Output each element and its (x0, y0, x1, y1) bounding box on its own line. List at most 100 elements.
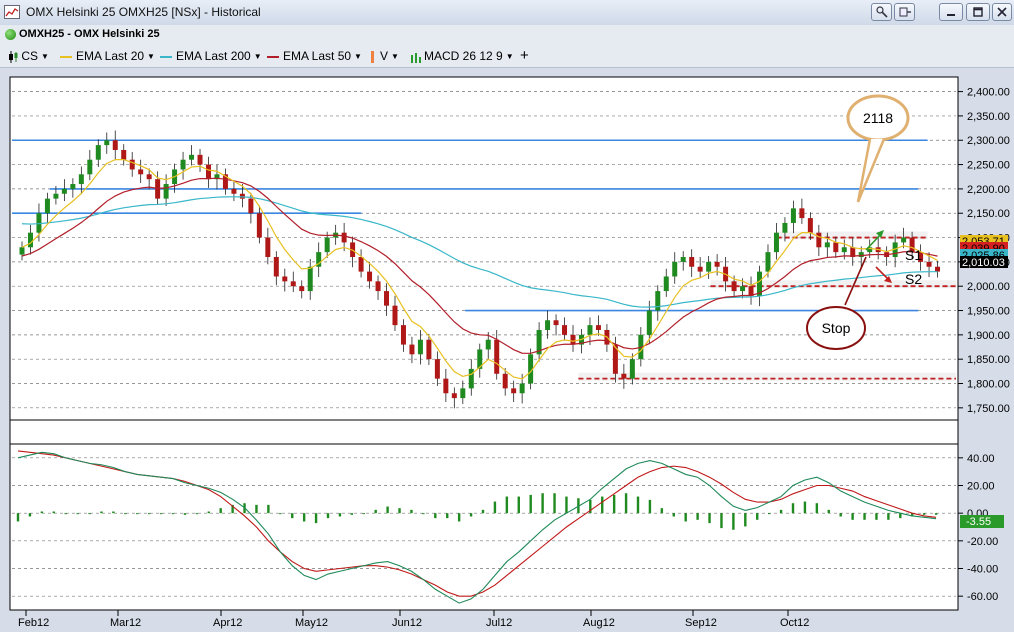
macd-histogram-bar (434, 513, 437, 519)
macd-histogram-bar (601, 496, 604, 514)
macd-histogram-bar (481, 509, 485, 514)
candle-body (341, 232, 347, 243)
ema20-selector[interactable]: EMA Last 20 ▼ (60, 49, 155, 63)
macd-histogram-bar (887, 513, 890, 520)
candle-body (689, 257, 695, 267)
macd-histogram-bar (76, 513, 79, 515)
candle-body (468, 368, 474, 389)
volume-bar-icon (371, 50, 374, 63)
pin-button[interactable] (894, 3, 915, 21)
minimize-button[interactable] (939, 3, 963, 21)
candle-body (87, 159, 93, 175)
add-icon: + (520, 47, 529, 64)
macd-panel (9, 443, 959, 611)
annotation-2118-label: 2118 (863, 110, 893, 126)
add-indicator-button[interactable]: + (520, 47, 529, 64)
macd-histogram-bar (660, 508, 664, 514)
macd-histogram-bar (803, 501, 807, 514)
annotation-s1: S1 (905, 247, 922, 263)
macd-histogram-bar (839, 513, 842, 517)
macd-icon (411, 52, 421, 63)
macd-tick-label: 20.00 (967, 481, 995, 493)
candle-body (138, 169, 144, 175)
ema50-selector[interactable]: EMA Last 50 ▼ (267, 49, 362, 63)
chevron-down-icon: ▼ (147, 52, 155, 62)
candle-body (70, 184, 76, 189)
candle-body (307, 266, 313, 292)
macd-histogram-bar (636, 496, 640, 514)
chart-svg[interactable]: 2,400.00 2,350.00 2,300.00 2,250.00 2,200.00… (0, 67, 1014, 629)
price-tick-label: 2,400.00 (967, 87, 1010, 99)
macd-histogram-bar (40, 511, 44, 514)
ema200-selector[interactable]: EMA Last 200 ▼ (160, 49, 262, 63)
candle-body (400, 325, 406, 345)
macd-histogram-bar (147, 513, 151, 515)
chart-style-selector[interactable]: CS ▼ (8, 49, 49, 63)
candle-body (740, 286, 746, 292)
price-tick-label: 2,150.00 (967, 208, 1010, 220)
volume-label: V (380, 49, 389, 63)
candle-body (273, 257, 279, 277)
candle-body (841, 247, 847, 253)
price-tick-label: 2,350.00 (967, 111, 1010, 123)
crosshair-button[interactable] (871, 3, 892, 21)
price-labels: 2,053.712,039.902,025.862,010.03 (960, 235, 1008, 269)
macd-histogram-bar (124, 513, 127, 515)
chevron-down-icon: ▼ (41, 52, 49, 62)
maximize-button[interactable] (966, 3, 990, 21)
macd-histogram-bar (791, 503, 795, 514)
price-tick-label: 2,300.00 (967, 135, 1010, 147)
candle-body (53, 193, 59, 199)
candle-body (239, 193, 245, 199)
close-button[interactable] (992, 3, 1012, 21)
macd-histogram-bar (64, 513, 67, 515)
macd-histogram-bar (922, 513, 926, 515)
candle-body (324, 237, 330, 253)
macd-histogram-bar (815, 503, 819, 514)
candle-body (95, 145, 101, 160)
macd-selector[interactable]: MACD 26 12 9 ▼ (410, 49, 514, 63)
macd-histogram-bar (326, 513, 330, 519)
macd-histogram-bar (374, 509, 377, 514)
date-tick-label: Mar12 (110, 617, 141, 629)
status-dot-icon (5, 29, 16, 40)
macd-histogram-bar (136, 513, 139, 515)
minimize-icon (947, 14, 955, 16)
ema50-label: EMA Last 50 (283, 49, 352, 63)
window-titlebar: OMX Helsinki 25 OMXH25 [NSx] - Historica… (0, 0, 1014, 26)
ema20-label: EMA Last 20 (76, 49, 145, 63)
candle-body (205, 164, 211, 180)
volume-selector[interactable]: V ▼ (371, 49, 399, 63)
crosshair-icon (875, 6, 888, 18)
candle-body (384, 291, 390, 306)
macd-histogram-bar (350, 513, 354, 515)
macd-histogram-bar (171, 513, 175, 515)
volume-panel (9, 419, 959, 445)
candle-body (587, 325, 593, 335)
ema50-swatch (267, 55, 279, 58)
candle-body (485, 339, 491, 350)
macd-histogram-bar (493, 501, 497, 514)
macd-histogram-bar (100, 511, 103, 514)
chevron-down-icon: ▼ (391, 52, 399, 62)
macd-histogram-bar (183, 513, 187, 515)
candle-body (621, 373, 627, 379)
macd-histogram-bar (863, 513, 866, 520)
macd-histogram-bar (612, 494, 616, 514)
candle-body (663, 276, 669, 292)
candle-body (782, 222, 788, 233)
candle-body (146, 174, 152, 180)
candle-body (629, 359, 635, 379)
macd-histogram-bar (267, 504, 270, 514)
candle-body (197, 154, 203, 165)
candle-body (858, 252, 864, 258)
candle-body (799, 208, 805, 219)
candle-body (545, 320, 551, 330)
price-tick-label: 2,000.00 (967, 281, 1010, 293)
date-tick-label: Aug12 (583, 617, 615, 629)
macd-histogram-bar (219, 508, 222, 514)
candlestick-icon (9, 50, 18, 63)
candle-body (494, 339, 500, 374)
candle-body (773, 232, 779, 253)
candle-body (553, 320, 559, 326)
